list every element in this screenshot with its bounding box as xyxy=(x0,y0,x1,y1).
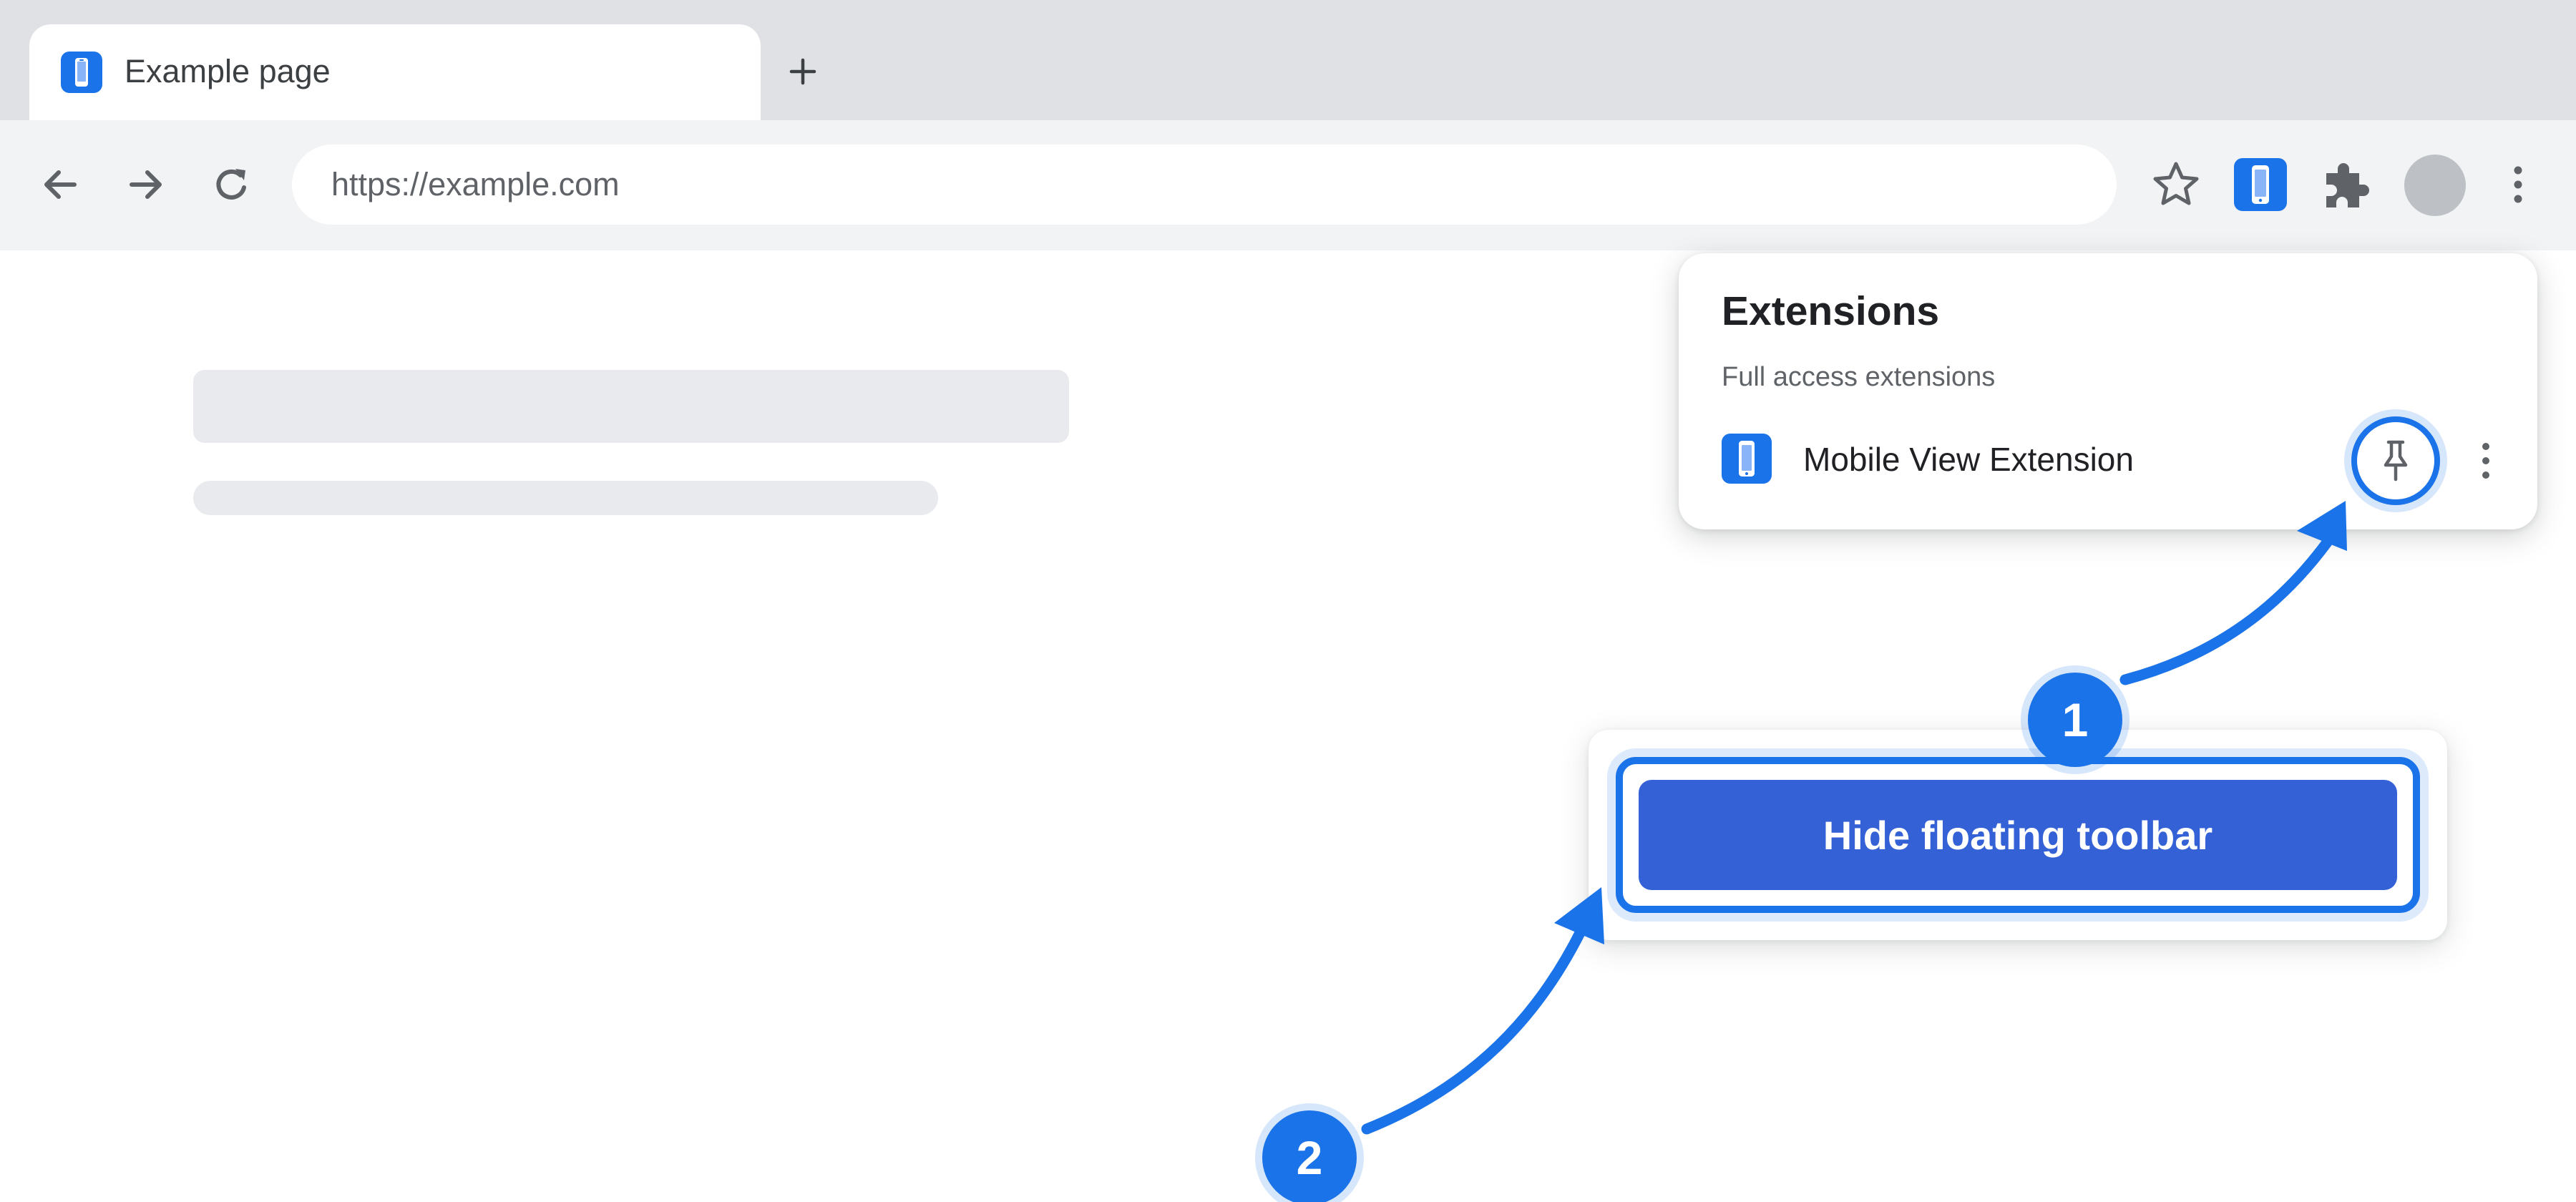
plus-icon[interactable] xyxy=(780,49,826,94)
url-text: https://example.com xyxy=(331,166,620,202)
mobile-phone-icon xyxy=(1722,434,1772,484)
floating-toolbar-card: Hide floating toolbar xyxy=(1589,730,2447,940)
more-vert-icon[interactable] xyxy=(2488,155,2548,215)
step-1-badge: 1 xyxy=(2028,673,2122,767)
extensions-menu-popup: Extensions Full access extensions Mobile… xyxy=(1679,253,2537,529)
step-1-arrow xyxy=(2119,531,2337,685)
tab-title: Example page xyxy=(125,53,331,89)
tab-example-page[interactable]: Example page xyxy=(29,24,761,120)
extension-name: Mobile View Extension xyxy=(1803,441,2134,478)
more-vert-icon[interactable] xyxy=(2469,435,2503,487)
extensions-puzzle-icon[interactable] xyxy=(2316,155,2376,215)
back-arrow-icon[interactable] xyxy=(30,155,90,215)
extensions-section-label: Full access extensions xyxy=(1722,362,1996,392)
profile-avatar[interactable] xyxy=(2404,155,2466,216)
extension-item-mobile-view[interactable]: Mobile View Extension xyxy=(1679,411,2537,511)
extensions-menu-title: Extensions xyxy=(1722,288,1940,334)
pin-icon xyxy=(2384,440,2408,482)
forward-arrow-icon[interactable] xyxy=(116,155,176,215)
hide-floating-toolbar-button[interactable]: Hide floating toolbar xyxy=(1639,780,2397,890)
step-2-badge: 2 xyxy=(1262,1110,1357,1202)
highlight-ring: Hide floating toolbar xyxy=(1616,757,2420,913)
reload-icon[interactable] xyxy=(202,155,262,215)
mobile-view-extension-icon[interactable] xyxy=(2230,155,2290,215)
address-bar[interactable]: https://example.com xyxy=(292,145,2117,225)
pin-extension-button[interactable] xyxy=(2351,416,2440,505)
browser-toolbar: https://example.com xyxy=(0,120,2576,250)
step-2-arrow xyxy=(1361,924,1587,1135)
content-placeholder-heading xyxy=(193,370,1069,443)
mobile-phone-icon xyxy=(61,52,102,93)
tab-strip: Example page xyxy=(0,0,2576,120)
bookmark-star-icon[interactable] xyxy=(2146,155,2206,215)
screenshot-stage: Example page https://example.com Extensi… xyxy=(0,0,2576,1202)
content-placeholder-line xyxy=(193,481,938,515)
